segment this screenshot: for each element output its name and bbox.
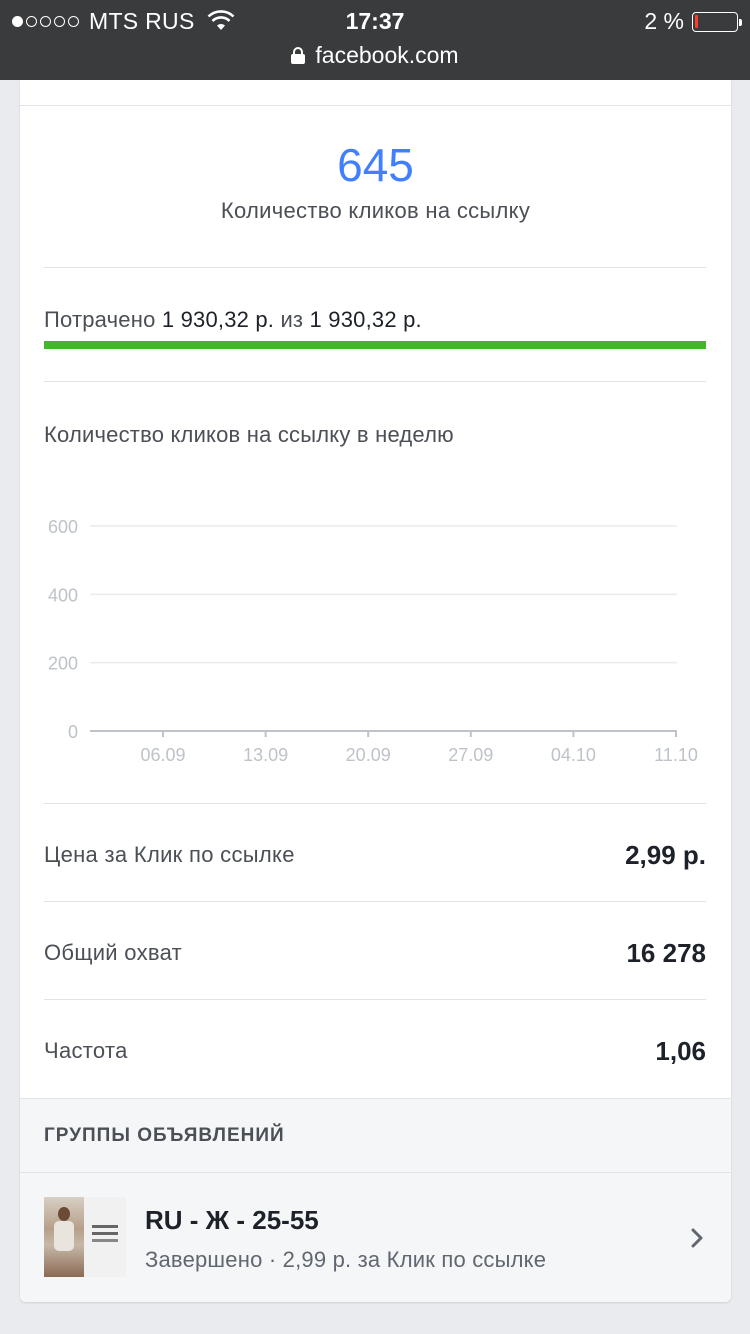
metric-frequency-value: 1,06 <box>655 1036 706 1066</box>
divider <box>44 267 706 268</box>
x-tick-label: 04.10 <box>551 745 596 765</box>
battery-icon <box>692 11 742 32</box>
result-label: Количество кликов на ссылку <box>220 198 531 223</box>
lock-icon <box>291 47 306 64</box>
ad-groups-header: ГРУППЫ ОБЪЯВЛЕНИЙ <box>20 1098 731 1172</box>
battery-group: 2 % <box>644 8 742 35</box>
ad-image-thumb <box>44 1197 84 1277</box>
y-tick-label: 600 <box>48 517 78 537</box>
x-tick-label: 27.09 <box>448 745 493 765</box>
ad-group-name: RU - Ж - 25-55 <box>145 1205 319 1235</box>
x-tick-label: 11.10 <box>654 745 698 765</box>
spent-prefix: Потрачено <box>44 307 156 332</box>
divider <box>44 803 706 804</box>
x-tick-label: 20.09 <box>346 745 391 765</box>
y-tick-label: 400 <box>48 585 78 605</box>
url-text: facebook.com <box>315 41 459 68</box>
metric-reach-value: 16 278 <box>626 938 706 968</box>
address-bar[interactable]: facebook.com <box>0 40 750 70</box>
result-value: 645 <box>337 139 414 191</box>
campaign-insights-card: 645 Количество кликов на ссылку Потрачен… <box>20 80 731 1302</box>
ad-group-thumbnail <box>44 1197 126 1277</box>
chart-title: Количество кликов на ссылку в неделю <box>44 422 454 447</box>
x-tick-label: 13.09 <box>243 745 288 765</box>
divider <box>44 901 706 902</box>
battery-percent: 2 % <box>644 8 684 34</box>
ad-groups-title: ГРУППЫ ОБЪЯВЛЕНИЙ <box>44 1125 285 1146</box>
y-tick-label: 0 <box>68 722 78 742</box>
budget-progress-fill <box>44 341 706 349</box>
budget-progress-bar <box>44 341 706 349</box>
clock: 17:37 <box>345 8 405 34</box>
of-word: из <box>280 307 304 332</box>
metric-frequency-label: Частота <box>44 1038 128 1063</box>
budget-spent-text: Потрачено 1 930,32 р. из 1 930,32 р. <box>44 307 422 333</box>
y-tick-label: 200 <box>48 654 78 674</box>
divider <box>20 105 731 106</box>
chevron-right-icon <box>691 1228 703 1248</box>
total-budget: 1 930,32 р. <box>309 307 422 332</box>
divider <box>20 1098 731 1099</box>
ad-group-row[interactable]: RU - Ж - 25-55 Завершено · 2,99 р. за Кл… <box>20 1172 731 1302</box>
status-bar: MTS RUS 17:37 2 % facebook.com <box>0 0 750 80</box>
divider <box>20 1172 731 1173</box>
ad-image-thumb <box>84 1197 126 1277</box>
metric-reach-label: Общий охват <box>44 940 183 965</box>
metric-cpc-label: Цена за Клик по ссылке <box>44 842 295 867</box>
x-tick-label: 06.09 <box>140 745 185 765</box>
divider <box>44 381 706 382</box>
ad-group-status: Завершено · 2,99 р. за Клик по ссылке <box>145 1247 547 1272</box>
weekly-clicks-chart: 0 200 400 600 06.09 13.09 20.09 27.09 04.10 11.10 <box>48 517 698 765</box>
divider <box>44 999 706 1000</box>
metric-cpc-value: 2,99 р. <box>625 840 706 870</box>
spent-amount: 1 930,32 р. <box>161 307 275 332</box>
